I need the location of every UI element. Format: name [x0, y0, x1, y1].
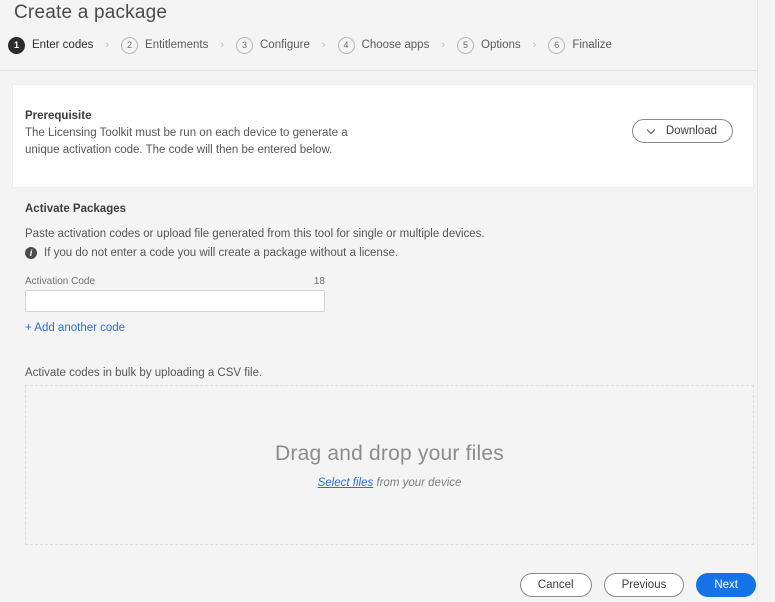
step-choose-apps[interactable]: 4 Choose apps — [337, 36, 430, 54]
dropzone-subtitle-suffix: from your device — [373, 476, 462, 489]
activate-packages-note-text: If you do not enter a code you will crea… — [44, 247, 399, 259]
select-files-link[interactable]: Select files — [318, 477, 374, 489]
step-number-6: 6 — [548, 36, 566, 54]
previous-button[interactable]: Previous — [603, 573, 685, 597]
add-another-code-link[interactable]: + Add another code — [25, 322, 125, 334]
file-dropzone[interactable]: Drag and drop your files Select files fr… — [25, 385, 754, 545]
activation-code-label-row: Activation Code 18 — [25, 276, 325, 287]
activation-code-field: Activation Code 18 — [25, 276, 325, 312]
wizard-stepper: 1 Enter codes › 2 Entitlements › 3 Confi… — [8, 34, 612, 56]
step-options[interactable]: 5 Options — [457, 36, 521, 54]
step-number-2: 2 — [121, 36, 139, 54]
right-edge-divider — [757, 0, 758, 602]
info-icon: i — [25, 247, 37, 259]
step-separator-icon: › — [441, 39, 445, 51]
activate-packages-description: Paste activation codes or upload file ge… — [25, 228, 485, 240]
step-separator-icon: › — [105, 39, 110, 51]
step-separator-icon: › — [532, 39, 537, 51]
activation-code-counter: 18 — [313, 276, 325, 287]
download-button[interactable]: Download — [631, 119, 733, 143]
step-enter-codes[interactable]: 1 Enter codes — [8, 36, 94, 54]
step-finalize[interactable]: 6 Finalize — [548, 36, 612, 54]
chevron-down-icon — [648, 127, 656, 135]
step-number-4: 4 — [337, 36, 355, 54]
prerequisite-text: The Licensing Toolkit must be run on eac… — [25, 127, 348, 156]
step-label-configure: Configure — [260, 39, 310, 51]
step-label-enter-codes: Enter codes — [32, 39, 94, 51]
dropzone-subtitle: Select files from your device — [318, 477, 462, 489]
dropzone-title: Drag and drop your files — [275, 441, 504, 465]
header-divider — [0, 70, 758, 71]
step-number-1: 1 — [8, 36, 25, 54]
step-label-options: Options — [481, 39, 521, 51]
download-button-label: Download — [665, 125, 717, 137]
step-label-entitlements: Entitlements — [145, 39, 209, 51]
bulk-upload-description: Activate codes in bulk by uploading a CS… — [25, 367, 263, 379]
activate-packages-note: i If you do not enter a code you will cr… — [25, 247, 398, 259]
step-label-choose-apps: Choose apps — [361, 39, 430, 51]
step-separator-icon: › — [321, 39, 326, 51]
activation-code-input[interactable] — [25, 290, 325, 312]
step-label-finalize: Finalize — [572, 39, 612, 51]
activate-packages-title: Activate Packages — [25, 203, 127, 215]
step-number-5: 5 — [457, 36, 474, 54]
step-separator-icon: › — [220, 39, 224, 51]
step-configure[interactable]: 3 Configure — [236, 36, 310, 54]
step-entitlements[interactable]: 2 Entitlements — [121, 36, 209, 54]
page-title: Create a package — [14, 2, 168, 23]
cancel-button[interactable]: Cancel — [519, 573, 592, 597]
activation-code-label: Activation Code — [25, 276, 96, 287]
next-button[interactable]: Next — [696, 573, 756, 597]
step-number-3: 3 — [236, 36, 253, 54]
wizard-footer: Cancel Previous Next — [519, 573, 756, 597]
prerequisite-card: Prerequisite The Licensing Toolkit must … — [12, 84, 754, 188]
prerequisite-title: Prerequisite — [25, 110, 92, 122]
